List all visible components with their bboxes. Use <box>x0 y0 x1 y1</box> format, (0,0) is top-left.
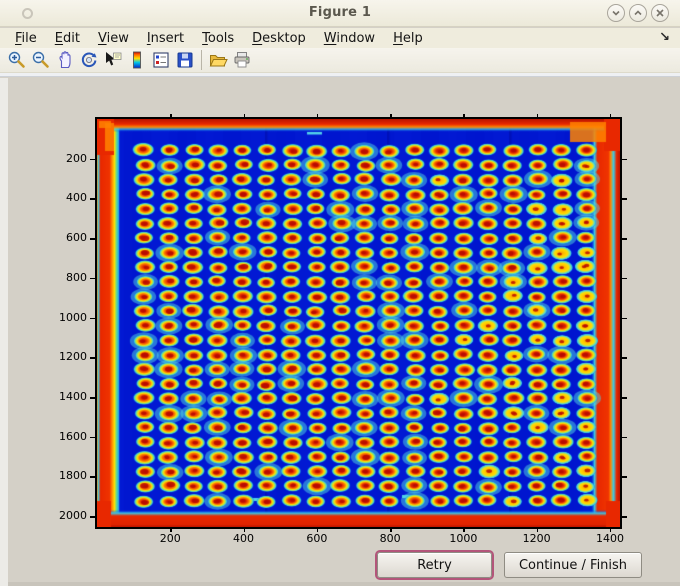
x-tick-top <box>536 114 539 119</box>
y-tick-label: 400 <box>66 191 87 205</box>
insert-legend-button[interactable] <box>149 49 173 72</box>
chevron-up-icon <box>634 10 642 16</box>
zoom-in-icon <box>8 51 25 68</box>
x-tick-label: 1200 <box>522 532 551 545</box>
y-tick <box>90 476 95 478</box>
open-file-button[interactable] <box>206 49 230 72</box>
y-tick-label: 800 <box>66 270 87 284</box>
y-tick-label: 1600 <box>59 429 87 443</box>
x-tick-top <box>463 114 465 119</box>
rotate-3d-icon <box>81 52 97 68</box>
menu-edit[interactable]: Edit <box>46 30 89 47</box>
x-tick-label: 1400 <box>595 532 624 545</box>
zoom-in-button[interactable] <box>5 49 29 72</box>
x-tick-label: 600 <box>306 532 328 545</box>
chevron-down-icon <box>612 10 620 16</box>
menu-help[interactable]: Help <box>384 30 432 47</box>
x-tick-top <box>609 114 612 119</box>
toolbar-separator <box>201 50 202 70</box>
x-tick-top <box>316 114 319 119</box>
x-tick-label: 1000 <box>449 532 478 545</box>
y-tick-right <box>622 516 627 518</box>
open-file-icon <box>209 55 228 67</box>
y-tick <box>90 357 95 359</box>
y-tick-label: 1800 <box>59 469 87 483</box>
window-title: Figure 1 <box>308 5 372 20</box>
menu-file[interactable]: File <box>6 30 46 47</box>
data-cursor-icon <box>106 52 122 66</box>
print-figure-icon <box>234 52 250 68</box>
zoom-out-button[interactable] <box>29 49 53 72</box>
y-tick <box>90 238 95 240</box>
pan-button[interactable] <box>53 49 77 72</box>
maximize-button[interactable] <box>629 4 647 22</box>
dock-figure-icon[interactable]: ↘ <box>659 30 670 45</box>
y-tick <box>90 436 95 439</box>
y-tick <box>90 198 95 200</box>
print-figure-button[interactable] <box>230 49 254 72</box>
menu-tools[interactable]: Tools <box>193 30 243 47</box>
y-tick-label: 200 <box>66 151 87 165</box>
pan-icon <box>59 51 71 69</box>
y-tick-label: 600 <box>66 231 87 245</box>
close-icon <box>656 9 664 17</box>
y-tick-label: 1400 <box>59 390 87 404</box>
rotate-3d-button[interactable] <box>77 49 101 72</box>
y-tick-right <box>622 198 627 200</box>
window-bottom-border <box>8 582 680 586</box>
toolbar-understrip <box>0 73 680 77</box>
y-tick-label: 2000 <box>59 509 87 523</box>
y-tick-right <box>622 476 627 478</box>
x-tick-top <box>170 114 172 119</box>
close-button[interactable] <box>651 4 669 22</box>
y-tick-right <box>622 158 627 161</box>
retry-button[interactable]: Retry <box>377 552 492 578</box>
plot-axes[interactable] <box>95 117 622 529</box>
menu-desktop[interactable]: Desktop <box>243 30 315 47</box>
y-tick-label: 1200 <box>59 350 87 364</box>
matlab-figure-window: Figure 1 File Edit View Insert Tools Desktop W… <box>0 0 680 586</box>
minimize-button[interactable] <box>607 4 625 22</box>
zoom-out-icon <box>32 51 49 68</box>
insert-legend-icon <box>153 52 169 68</box>
y-tick <box>90 158 95 161</box>
y-tick-right <box>622 317 627 320</box>
save-figure-icon <box>177 52 193 68</box>
y-tick <box>90 277 95 280</box>
continue-finish-button[interactable]: Continue / Finish <box>504 552 642 578</box>
y-tick-right <box>622 397 627 399</box>
figure-toolbar <box>0 48 680 73</box>
y-tick-label: 1000 <box>59 310 87 324</box>
save-figure-button[interactable] <box>173 49 197 72</box>
titlebar: Figure 1 <box>0 0 680 27</box>
y-tick-right <box>622 277 627 280</box>
y-tick-right <box>622 238 627 240</box>
y-tick <box>90 397 95 399</box>
y-tick-right <box>622 357 627 359</box>
data-cursor-button[interactable] <box>101 49 125 72</box>
y-tick-right <box>622 436 627 439</box>
x-tick-top <box>390 114 392 119</box>
x-tick-top <box>243 114 246 119</box>
x-tick-label: 800 <box>379 532 401 545</box>
x-tick-label: 400 <box>233 532 255 545</box>
y-tick <box>90 516 95 518</box>
colorbar-icon <box>133 51 141 69</box>
y-tick <box>90 317 95 320</box>
menu-view[interactable]: View <box>89 30 138 47</box>
window-left-border <box>0 78 8 586</box>
menubar: File Edit View Insert Tools Desktop Window Help… <box>0 28 680 48</box>
menu-insert[interactable]: Insert <box>138 30 193 47</box>
colorbar-button[interactable] <box>125 49 149 72</box>
menu-window[interactable]: Window <box>315 30 384 47</box>
wellplate-heatmap-image[interactable] <box>97 119 620 527</box>
x-tick-label: 200 <box>159 532 181 545</box>
